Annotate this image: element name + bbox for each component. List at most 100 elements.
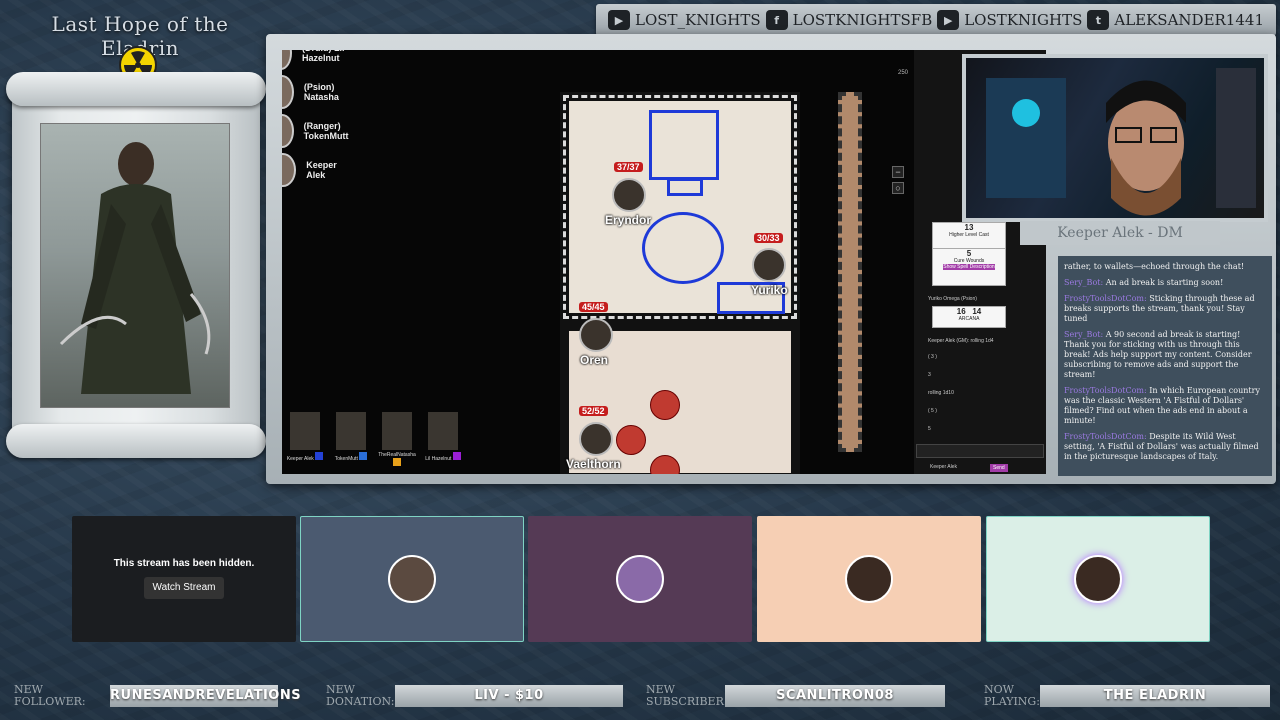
roll-value: 16: [956, 307, 966, 316]
chat-message: Sery_Bot: A 90 second ad break is starti…: [1064, 330, 1266, 380]
webcam-feed: [962, 54, 1268, 222]
participant-tile-hidden: This stream has been hidden. Watch Strea…: [72, 516, 296, 642]
avatar: [282, 75, 294, 109]
hazard-token[interactable]: [650, 390, 680, 420]
ticker-value: THE ELADRIN: [1040, 685, 1270, 707]
chat-line: 3: [928, 372, 931, 378]
ticker-label: NEW SUBSCRIBER:: [646, 683, 728, 708]
token-vaelthorn[interactable]: [579, 422, 613, 456]
avatar: [282, 114, 294, 148]
token-hp: 45/45: [579, 302, 608, 312]
chat-text: An ad break is starting soon!: [1105, 278, 1224, 287]
chat-line: rolling 1d10: [928, 390, 954, 396]
social-twitter: t ALEKSANDER1441: [1087, 10, 1264, 30]
map-wall: [838, 92, 862, 452]
social-label: LOSTKNIGHTS: [964, 11, 1083, 29]
speak-as-select[interactable]: Keeper Alek: [930, 464, 957, 470]
participant-tile[interactable]: [528, 516, 752, 642]
token-eryndor[interactable]: [612, 178, 646, 212]
panel-value: 5: [966, 249, 972, 258]
map-scale: 250: [897, 70, 908, 76]
participant-tile[interactable]: [757, 516, 981, 642]
avatar: [282, 153, 297, 187]
participant-tile[interactable]: [986, 516, 1210, 642]
token-oren[interactable]: [579, 318, 613, 352]
party-member-name: Keeper Alek: [306, 160, 337, 180]
roll-label: ARCANA: [958, 316, 980, 322]
character-portrait: [40, 123, 230, 408]
avatar: [336, 412, 366, 450]
social-youtube: ▶ LOSTKNIGHTS: [937, 10, 1082, 30]
chat-message: Sery_Bot: An ad break is starting soon!: [1064, 278, 1266, 288]
hidden-stream-text: This stream has been hidden.: [113, 558, 255, 569]
ticker-label: NEW FOLLOWER:: [14, 683, 86, 708]
social-label: ALEKSANDER1441: [1114, 11, 1264, 29]
watch-stream-button[interactable]: Watch Stream: [144, 577, 224, 599]
chat-line: ( 3 ): [928, 354, 937, 360]
ticker-value: LIV - $10: [395, 685, 623, 707]
hotbar-slot[interactable]: Lil Hazelnut: [424, 412, 462, 468]
panel-value: 13: [964, 223, 974, 232]
hotbar-slot[interactable]: TheRealNatasha: [378, 412, 416, 468]
participant-tile[interactable]: [300, 516, 524, 642]
chat-username[interactable]: FrostyToolsDotCom:: [1064, 386, 1147, 395]
hotbar-label: TokenMutt: [334, 456, 358, 462]
chat-message: FrostyToolsDotCom: Despite its Wild West…: [1064, 432, 1266, 462]
twitch-chat: rather, to wallets—echoed through the ch…: [1058, 256, 1272, 476]
cure-wounds[interactable]: 5 Cure Wounds Show Spell Description: [932, 248, 1006, 286]
avatar: [428, 412, 458, 450]
chat-username[interactable]: FrostyToolsDotCom:: [1064, 294, 1147, 303]
ticker-label: NOW PLAYING:: [984, 683, 1040, 708]
social-bar: ▶ LOST_KNIGHTS f LOSTKNIGHTSFB ▶ LOSTKNI…: [596, 4, 1276, 36]
hotbar-slot[interactable]: TokenMutt: [332, 412, 370, 468]
avatar: [282, 50, 292, 70]
chat-line: 5: [928, 426, 931, 432]
show-spell-button[interactable]: Show Spell Description: [943, 264, 995, 270]
roll-header: Yuriko Omega (Psion): [928, 296, 977, 302]
chat-text: rather, to wallets—echoed through the ch…: [1064, 262, 1245, 271]
social-label: LOST_KNIGHTS: [635, 11, 761, 29]
ticker-value: SCANLITRON08: [725, 685, 945, 707]
chat-username[interactable]: FrostyToolsDotCom:: [1064, 432, 1147, 441]
chat-line: Keeper Alek (GM): rolling 1d4: [928, 338, 994, 344]
vtt-map[interactable]: 37/37 Eryndor 30/33 Yuriko 45/45 Oren 52…: [282, 50, 914, 474]
social-twitch: ▶ LOST_KNIGHTS: [608, 10, 761, 30]
youtube-icon: ▶: [937, 10, 960, 30]
drawn-rectangle[interactable]: [649, 110, 719, 180]
token-name: Yuriko: [751, 283, 788, 297]
token-name: Eryndor: [605, 213, 652, 227]
chat-message: FrostyToolsDotCom: Sticking through thes…: [1064, 294, 1266, 324]
avatar: [1074, 555, 1122, 603]
party-member[interactable]: (Druid) Lil Hazelnut: [282, 50, 352, 70]
party-member[interactable]: (Psion) Natasha: [282, 75, 349, 109]
avatar: [382, 412, 412, 450]
hazard-token[interactable]: [616, 425, 646, 455]
chat-input[interactable]: [916, 444, 1044, 458]
roll-value: 14: [972, 307, 982, 316]
send-button[interactable]: Send: [990, 464, 1008, 472]
social-facebook: f LOSTKNIGHTSFB: [765, 10, 932, 30]
chat-username[interactable]: Sery_Bot:: [1064, 278, 1103, 287]
drawn-rectangle[interactable]: [667, 178, 703, 196]
facebook-icon: f: [765, 10, 788, 30]
chat-username[interactable]: Sery_Bot:: [1064, 330, 1103, 339]
party-member-name: (Psion) Natasha: [303, 82, 339, 102]
drawn-circle[interactable]: [642, 212, 724, 284]
avatar: [616, 555, 664, 603]
ticker-value: RUNESANDREVELATIONS: [110, 685, 301, 707]
token-hp: 52/52: [579, 406, 608, 416]
macro-hotbar: Keeper Alek TokenMutt TheRealNatasha Lil…: [286, 412, 462, 468]
hotbar-slot[interactable]: Keeper Alek: [286, 412, 324, 468]
token-yuriko[interactable]: [752, 248, 786, 282]
zoom-reset-button[interactable]: ○: [892, 182, 904, 194]
avatar: [388, 555, 436, 603]
token-hp: 30/33: [754, 233, 783, 243]
party-member-name: (Ranger) TokenMutt: [303, 121, 349, 141]
twitter-icon: t: [1087, 10, 1110, 30]
party-member[interactable]: (Ranger) TokenMutt: [282, 114, 359, 148]
avatar: [845, 555, 893, 603]
party-member[interactable]: Keeper Alek: [282, 153, 345, 187]
chat-line: ( 5 ): [928, 408, 937, 414]
zoom-out-button[interactable]: −: [892, 166, 904, 178]
webcam-label: Keeper Alek - DM: [1020, 221, 1220, 245]
